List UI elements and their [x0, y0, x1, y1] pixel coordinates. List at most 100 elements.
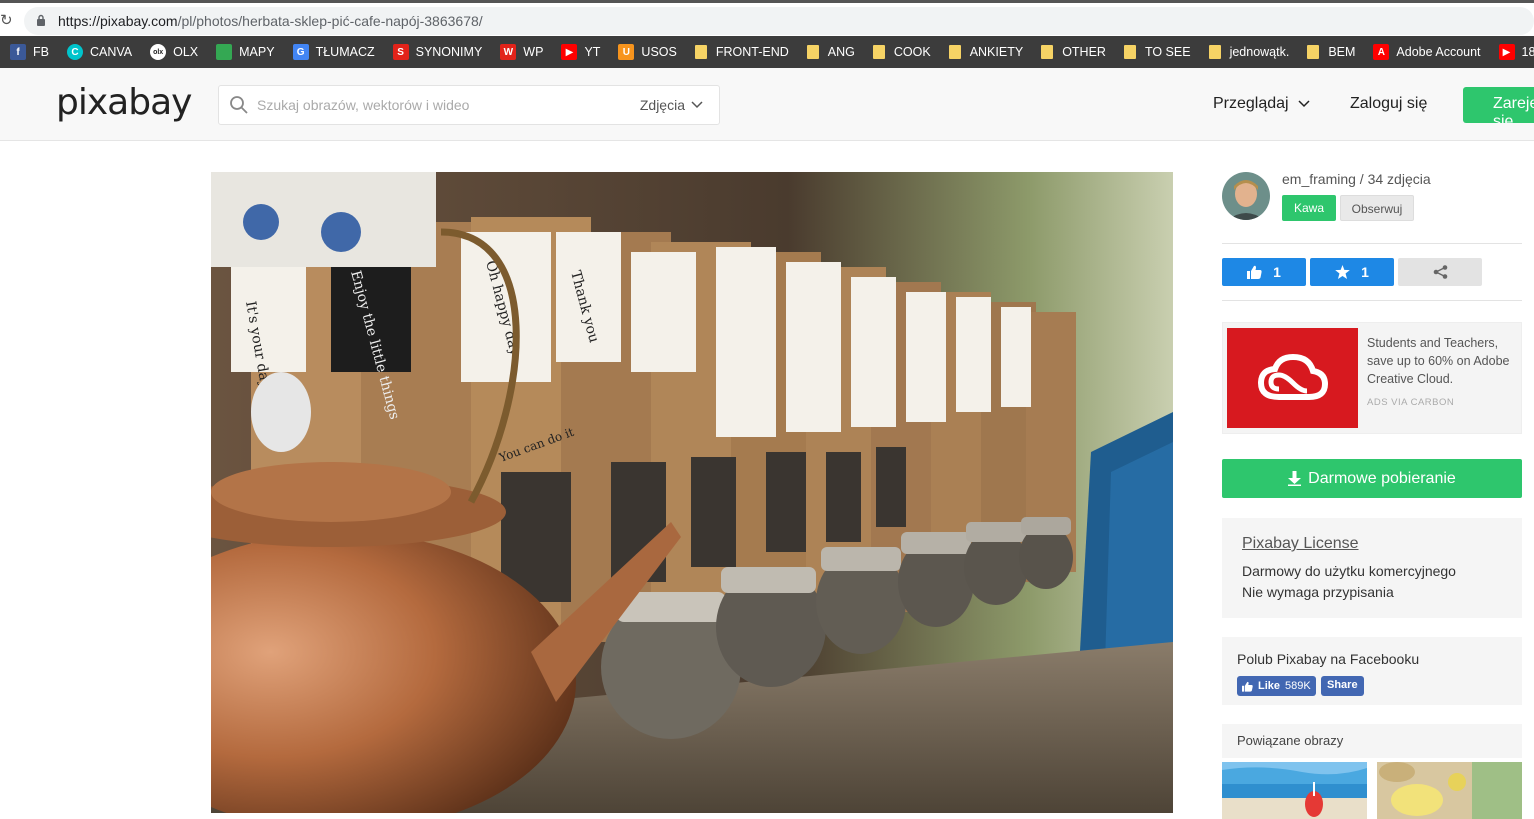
youtube-icon: ▶ — [561, 44, 578, 60]
translate-icon: G — [292, 44, 309, 60]
carbon-ad[interactable]: Students and Teachers, save up to 60% on… — [1222, 322, 1522, 434]
thumbs-up-icon — [1242, 681, 1253, 692]
canva-icon: C — [66, 44, 83, 60]
search-type-dropdown[interactable]: Zdjęcia — [640, 97, 703, 113]
folder-icon — [694, 45, 707, 59]
register-button[interactable]: Zarejestruj się — [1463, 87, 1534, 123]
wp-icon: W — [500, 44, 517, 60]
bookmark-item[interactable]: ANG — [797, 40, 863, 64]
download-button[interactable]: Darmowe pobieranie — [1222, 459, 1522, 498]
site-header: pixabay Zdjęcia Przeglądaj Zaloguj się Z… — [0, 68, 1534, 141]
bookmark-item[interactable]: MAPY — [206, 40, 282, 64]
author-avatar[interactable] — [1222, 172, 1270, 220]
main-photo[interactable]: It's your day Enjoy the little things Oh… — [211, 172, 1173, 813]
adobe-icon: A — [1373, 44, 1390, 60]
reload-icon[interactable]: ↻ — [0, 11, 13, 29]
star-icon — [1335, 265, 1350, 279]
divider — [1222, 243, 1522, 244]
chevron-down-icon — [691, 101, 703, 109]
like-count: 1 — [1273, 264, 1281, 280]
search-icon[interactable] — [229, 95, 249, 115]
browse-menu[interactable]: Przeglądaj — [1213, 95, 1310, 113]
youtube-icon: ▶ — [1498, 44, 1515, 60]
tag-button[interactable]: Kawa — [1282, 195, 1336, 221]
folder-icon — [948, 45, 961, 59]
download-icon — [1288, 471, 1302, 486]
bookmark-label: OLX — [173, 45, 199, 59]
author-info[interactable]: em_framing / 34 zdjęcia — [1282, 171, 1431, 187]
bookmark-item[interactable]: G TŁUMACZ — [283, 40, 383, 64]
bookmark-item[interactable]: A Adobe Account — [1363, 40, 1488, 64]
bookmark-label: TŁUMACZ — [315, 45, 375, 59]
bookmark-item[interactable]: COOK — [863, 40, 939, 64]
ad-via-label[interactable]: ADS VIA CARBON — [1367, 397, 1454, 408]
bookmark-item[interactable]: OTHER — [1031, 40, 1114, 64]
follow-button[interactable]: Obserwuj — [1340, 195, 1414, 221]
favorite-button[interactable]: 1 — [1310, 258, 1394, 286]
bookmark-label: ANG — [827, 45, 855, 59]
login-link[interactable]: Zaloguj się — [1350, 95, 1427, 113]
search-input[interactable] — [257, 94, 617, 116]
bookmark-item[interactable]: FRONT-END — [685, 40, 797, 64]
folder-icon — [1208, 45, 1221, 59]
facebook-like-label: Like — [1258, 680, 1281, 692]
bookmark-label: OTHER — [1062, 45, 1106, 59]
facebook-like-count: 589K — [1285, 680, 1311, 692]
bookmark-item[interactable]: ▶ 18: How to Cre — [1489, 40, 1534, 64]
related-title: Powiązane obrazy — [1237, 733, 1344, 748]
bookmark-item[interactable]: TO SEE — [1114, 40, 1199, 64]
license-box: Pixabay License Darmowy do użytku komerc… — [1222, 518, 1522, 618]
related-thumbnail[interactable] — [1222, 762, 1367, 819]
bookmark-item[interactable]: f FB — [0, 40, 57, 64]
bookmark-label: YT — [584, 45, 601, 59]
search-box: Zdjęcia — [218, 85, 720, 125]
bookmarks-bar: f FB C CANVA olx OLX MAPY G TŁUMACZ S SYNONIMY W WP ▶… — [0, 36, 1534, 68]
ad-text: Students and Teachers, save up to 60% on… — [1367, 336, 1510, 386]
folder-icon — [806, 45, 819, 59]
lock-icon — [37, 14, 45, 26]
bookmark-item[interactable]: olx OLX — [140, 40, 206, 64]
facebook-like-button[interactable]: Like 589K — [1237, 676, 1316, 696]
bookmark-label: USOS — [641, 45, 677, 59]
related-images-header: Powiązane obrazy — [1222, 724, 1522, 758]
like-button[interactable]: 1 — [1222, 258, 1306, 286]
related-thumbnail[interactable] — [1377, 762, 1522, 819]
bookmark-label: Adobe Account — [1396, 45, 1481, 59]
browse-label: Przeglądaj — [1213, 95, 1289, 112]
divider — [1222, 300, 1522, 301]
adobe-creative-cloud-icon — [1227, 328, 1358, 428]
tea-shop-photo: It's your day Enjoy the little things Oh… — [211, 172, 1173, 813]
pixabay-logo[interactable]: pixabay — [56, 82, 192, 123]
bookmark-label: FRONT-END — [715, 45, 789, 59]
thumbs-up-icon — [1247, 265, 1262, 279]
bookmark-item[interactable]: ANKIETY — [939, 40, 1032, 64]
folder-icon — [1307, 45, 1320, 59]
bookmark-item[interactable]: U USOS — [608, 40, 684, 64]
bookmark-item[interactable]: BEM — [1297, 40, 1363, 64]
bookmark-label: CANVA — [89, 45, 133, 59]
facebook-icon: f — [10, 44, 26, 60]
bookmark-item[interactable]: S SYNONIMY — [383, 40, 491, 64]
address-bar[interactable]: https://pixabay.com/pl/photos/herbata-sk… — [24, 7, 1534, 35]
bookmark-label: 18: How to Cre — [1521, 45, 1534, 59]
bookmark-label: BEM — [1328, 45, 1356, 59]
bookmark-item[interactable]: W WP — [490, 40, 551, 64]
usos-icon: U — [618, 44, 635, 60]
maps-icon — [216, 44, 233, 60]
bookmark-label: SYNONIMY — [415, 45, 483, 59]
bookmark-label: TO SEE — [1144, 45, 1191, 59]
browser-url-bar: ↻ https://pixabay.com/pl/photos/herbata-… — [0, 0, 1534, 36]
bookmark-item[interactable]: ▶ YT — [551, 40, 608, 64]
facebook-share-button[interactable]: Share — [1321, 676, 1364, 696]
bookmark-label: MAPY — [239, 45, 275, 59]
search-type-label: Zdjęcia — [639, 97, 685, 113]
share-button[interactable] — [1398, 258, 1482, 286]
bookmark-label: ANKIETY — [969, 45, 1024, 59]
bookmark-item[interactable]: jednowątk. — [1199, 40, 1298, 64]
favorite-count: 1 — [1361, 264, 1369, 280]
bookmark-label: WP — [523, 45, 544, 59]
license-link[interactable]: Pixabay License — [1242, 535, 1359, 553]
folder-icon — [1041, 45, 1054, 59]
license-attribution: Nie wymaga przypisania — [1242, 584, 1394, 600]
bookmark-item[interactable]: C CANVA — [57, 40, 140, 64]
